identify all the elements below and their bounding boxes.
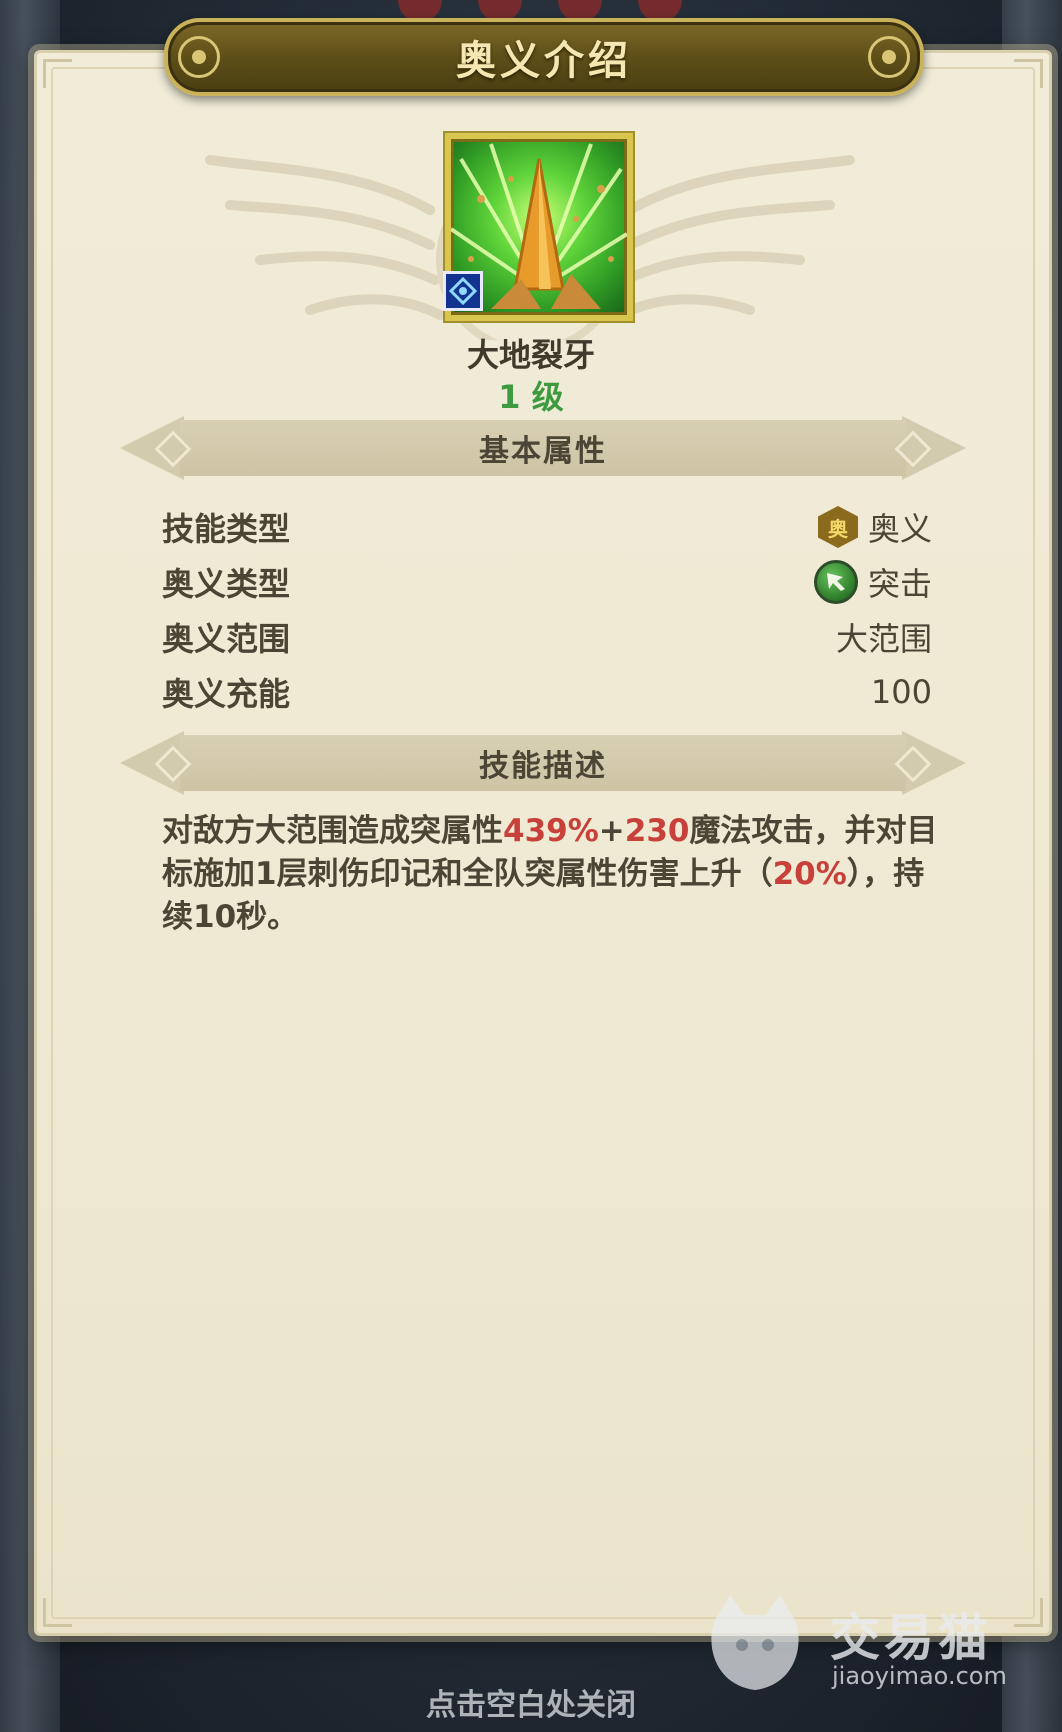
panel-corner-decoration bbox=[43, 59, 72, 88]
panel-corner-decoration bbox=[43, 1598, 72, 1627]
skill-description-text: 对敌方大范围造成突属性439%+230魔法攻击，并对目标施加1层刺伤印记和全队突… bbox=[162, 813, 938, 935]
attribute-row-ougi-type: 奥义类型 突击 bbox=[162, 557, 932, 607]
attribute-label: 技能类型 bbox=[162, 510, 291, 548]
banner-ornament-icon bbox=[178, 36, 220, 78]
attribute-value-text: 大范围 bbox=[835, 620, 932, 658]
dialog-title: 奥义介绍 bbox=[456, 38, 632, 84]
attribute-label: 奥义范围 bbox=[162, 620, 291, 658]
attribute-value: 突击 bbox=[813, 559, 932, 605]
attribute-label: 奥义类型 bbox=[162, 565, 291, 603]
section-title: 技能描述 bbox=[479, 749, 607, 784]
watermark: 交易猫 jiaoyimao.com bbox=[700, 1590, 1020, 1700]
assault-arrow-icon bbox=[813, 560, 858, 604]
attribute-value: 奥 奥义 bbox=[817, 504, 932, 550]
attribute-row-ougi-range: 奥义范围 大范围 bbox=[162, 612, 932, 662]
section-header-skill-description: 技能描述 bbox=[120, 731, 966, 795]
attribute-value-text: 突击 bbox=[867, 565, 932, 603]
panel-corner-decoration bbox=[1014, 59, 1043, 88]
attribute-label: 奥义充能 bbox=[162, 675, 291, 713]
skill-name: 大地裂牙 bbox=[466, 336, 595, 374]
damage-flat-value: 230 bbox=[624, 813, 690, 849]
water-element-icon bbox=[443, 271, 483, 311]
attribute-row-skill-type: 技能类型 奥 奥义 bbox=[162, 502, 932, 552]
buff-percent-value: 20% bbox=[772, 856, 847, 892]
skill-level: 1 级 bbox=[498, 378, 564, 416]
watermark-brand: 交易猫 bbox=[830, 1609, 992, 1667]
section-title: 基本属性 bbox=[479, 434, 607, 469]
title-banner: 奥义介绍 bbox=[164, 18, 924, 96]
damage-percent-value: 439% bbox=[503, 813, 599, 849]
cat-logo-icon bbox=[711, 1595, 799, 1690]
attribute-row-ougi-charge: 奥义充能 100 bbox=[162, 667, 932, 717]
banner-ornament-icon bbox=[868, 36, 910, 78]
ougi-hex-icon: 奥 bbox=[817, 506, 858, 548]
section-header-basic-attributes: 基本属性 bbox=[120, 416, 966, 480]
watermark-url: jiaoyimao.com bbox=[832, 1662, 1007, 1690]
attribute-value-text: 奥义 bbox=[867, 510, 932, 548]
attribute-value-text: 100 bbox=[870, 673, 932, 711]
